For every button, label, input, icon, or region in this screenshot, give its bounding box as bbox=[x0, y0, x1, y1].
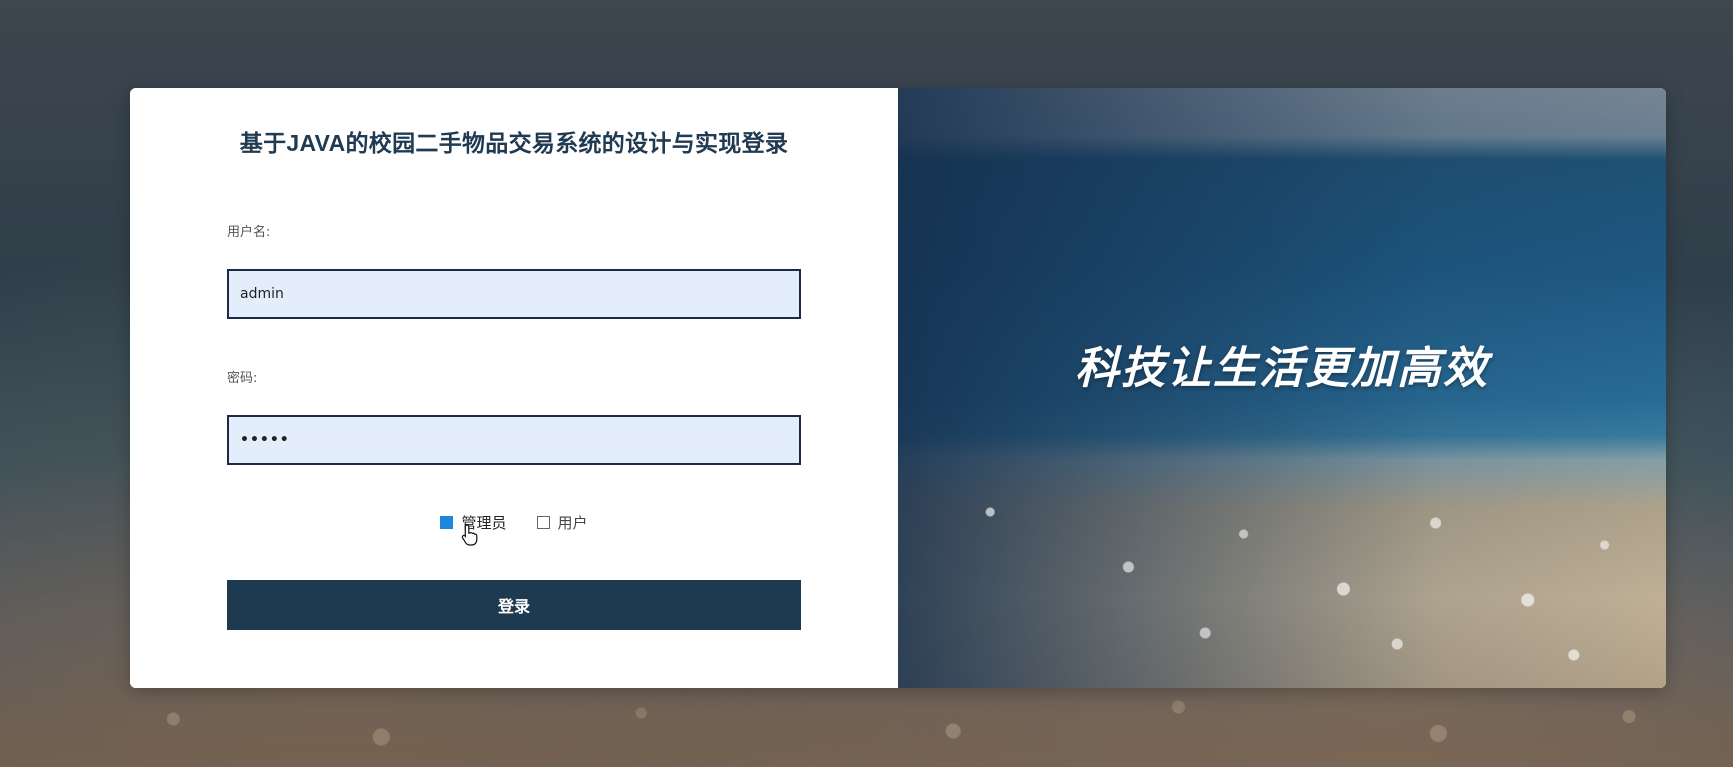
role-option-user[interactable]: 用户 bbox=[536, 512, 588, 533]
role-selector: 管理员 用户 bbox=[130, 512, 898, 533]
role-label-user: 用户 bbox=[557, 514, 588, 532]
username-label: 用户名: bbox=[227, 225, 271, 240]
login-card: 基于JAVA的校园二手物品交易系统的设计与实现登录 用户名: admin 密码:… bbox=[130, 88, 1666, 688]
role-radio-user[interactable] bbox=[536, 516, 550, 529]
login-button[interactable]: 登录 bbox=[227, 580, 801, 630]
login-form-panel: 基于JAVA的校园二手物品交易系统的设计与实现登录 用户名: admin 密码:… bbox=[130, 88, 898, 688]
password-label: 密码: bbox=[227, 371, 258, 386]
hand-pointer-icon bbox=[461, 524, 479, 551]
username-input[interactable]: admin bbox=[227, 269, 801, 319]
role-radio-admin[interactable] bbox=[440, 516, 454, 529]
password-input[interactable]: ••••• bbox=[227, 415, 801, 465]
page-title: 基于JAVA的校园二手物品交易系统的设计与实现登录 bbox=[239, 130, 789, 156]
beach-image bbox=[898, 468, 1666, 688]
banner-panel: 科技让生活更加高效 bbox=[898, 88, 1666, 688]
banner-slogan: 科技让生活更加高效 bbox=[1075, 343, 1489, 394]
